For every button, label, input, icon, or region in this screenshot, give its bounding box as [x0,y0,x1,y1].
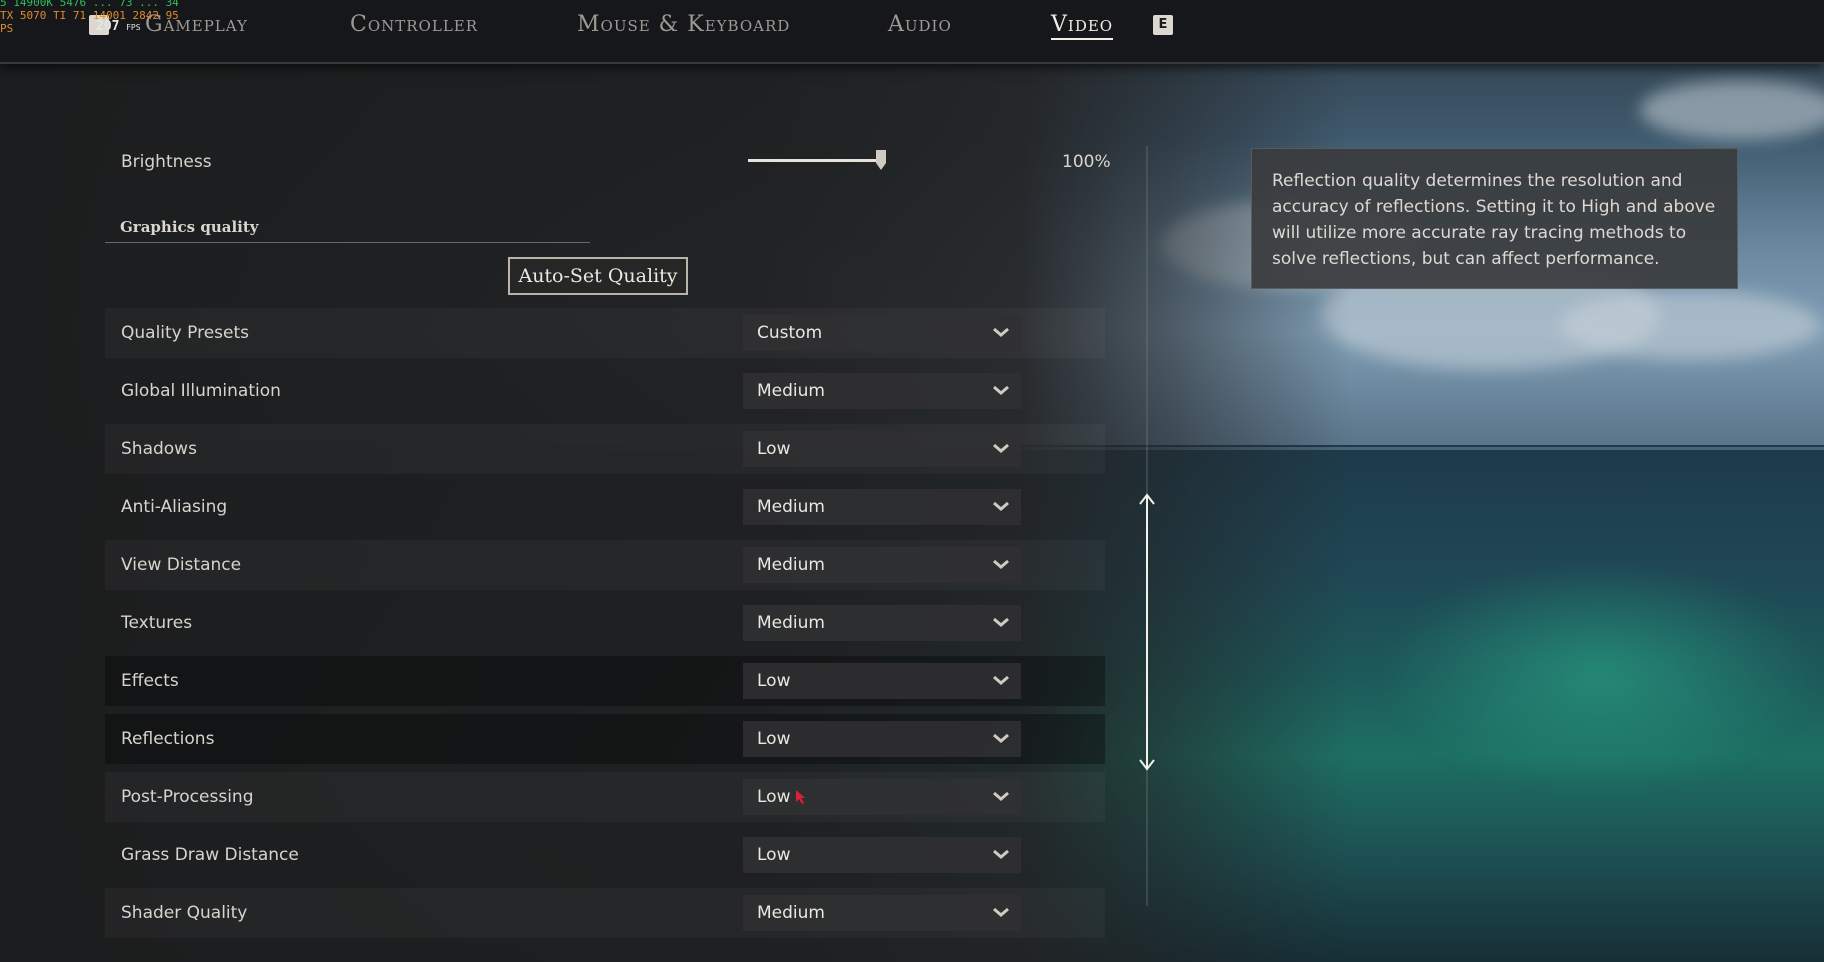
setting-label: Reflections [121,729,215,749]
chevron-down-icon [993,617,1009,627]
dropdown-value: Medium [757,381,825,401]
dropdown-value: Medium [757,555,825,575]
view-distance-dropdown[interactable]: Medium [743,547,1021,583]
dropdown-value: Low [757,729,791,749]
mouse-cursor-icon [796,790,805,804]
next-tab-key-icon: E [1153,15,1173,35]
setting-label: Effects [121,671,179,691]
chevron-down-icon [993,675,1009,685]
setting-label: Quality Presets [121,323,250,343]
brightness-label: Brightness [121,152,212,172]
setting-row-textures: Textures Medium [105,598,1105,648]
hud-line-3: PS [0,22,14,35]
setting-label: View Distance [121,555,242,575]
chevron-down-icon [993,501,1009,511]
scroll-arrows-icon[interactable] [1137,492,1157,772]
setting-row-grass-draw-distance: Grass Draw Distance Low [105,830,1105,880]
global-illumination-dropdown[interactable]: Medium [743,373,1021,409]
chevron-down-icon [993,443,1009,453]
shadows-dropdown[interactable]: Low [743,431,1021,467]
dropdown-value: Low [757,439,791,459]
auto-set-quality-button[interactable]: Auto-Set Quality [508,257,688,295]
brightness-row: Brightness [105,137,1105,187]
chevron-down-icon [993,791,1009,801]
setting-label: Shadows [121,439,197,459]
dropdown-value: Low [757,845,791,865]
reflections-dropdown[interactable]: Low [743,721,1021,757]
grass-draw-distance-dropdown[interactable]: Low [743,837,1021,873]
setting-row-post-processing: Post-Processing Low [105,772,1105,822]
performance-overlay: 5 14900K 5476 ... 73 ... 34 TX 5070 TI 7… [0,0,179,35]
quality-presets-dropdown[interactable]: Custom [743,315,1021,351]
setting-row-quality-presets: Quality Presets Custom [105,308,1105,358]
chevron-down-icon [993,849,1009,859]
chevron-down-icon [993,559,1009,569]
hud-line-2: TX 5070 TI 71 14001 2842 95 [0,9,179,22]
brightness-value: 100% [1062,152,1111,172]
dropdown-value: Medium [757,903,825,923]
dropdown-value: Low [757,787,791,807]
brightness-slider-track[interactable] [748,159,884,162]
shader-quality-dropdown[interactable]: Medium [743,895,1021,931]
effects-dropdown[interactable]: Low [743,663,1021,699]
brightness-slider-handle[interactable] [875,150,887,170]
textures-dropdown[interactable]: Medium [743,605,1021,641]
setting-row-shadows: Shadows Low [105,424,1105,474]
graphics-quality-heading: Graphics quality [105,212,590,243]
chevron-down-icon [993,327,1009,337]
settings-tab-bar: 207 FPS Gameplay Controller Mouse & Keyb… [0,0,1824,64]
dropdown-value: Medium [757,497,825,517]
setting-row-view-distance: View Distance Medium [105,540,1105,590]
setting-row-anti-aliasing: Anti-Aliasing Medium [105,482,1105,532]
setting-row-effects: Effects Low [105,656,1105,706]
setting-label: Grass Draw Distance [121,845,299,865]
tab-mouse-keyboard[interactable]: Mouse & Keyboard [577,12,790,37]
setting-description-tooltip: Reflection quality determines the resolu… [1251,148,1738,289]
setting-row-reflections: Reflections Low [105,714,1105,764]
setting-label: Textures [121,613,193,633]
dropdown-value: Medium [757,613,825,633]
tab-controller[interactable]: Controller [350,12,478,37]
chevron-down-icon [993,907,1009,917]
chevron-down-icon [993,733,1009,743]
setting-label: Anti-Aliasing [121,497,228,517]
setting-row-global-illumination: Global Illumination Medium [105,366,1105,416]
setting-row-shader-quality: Shader Quality Medium [105,888,1105,938]
anti-aliasing-dropdown[interactable]: Medium [743,489,1021,525]
chevron-down-icon [993,385,1009,395]
tab-audio[interactable]: Audio [888,12,952,37]
tab-video[interactable]: Video [1051,12,1114,40]
video-settings-panel: Brightness 100% Graphics quality Auto-Se… [0,62,1160,962]
hud-line-1: 5 14900K 5476 ... 73 ... 34 [0,0,179,9]
post-processing-dropdown[interactable]: Low [743,779,1021,815]
dropdown-value: Custom [757,323,823,343]
setting-label: Post-Processing [121,787,254,807]
setting-label: Shader Quality [121,903,248,923]
dropdown-value: Low [757,671,791,691]
setting-label: Global Illumination [121,381,281,401]
